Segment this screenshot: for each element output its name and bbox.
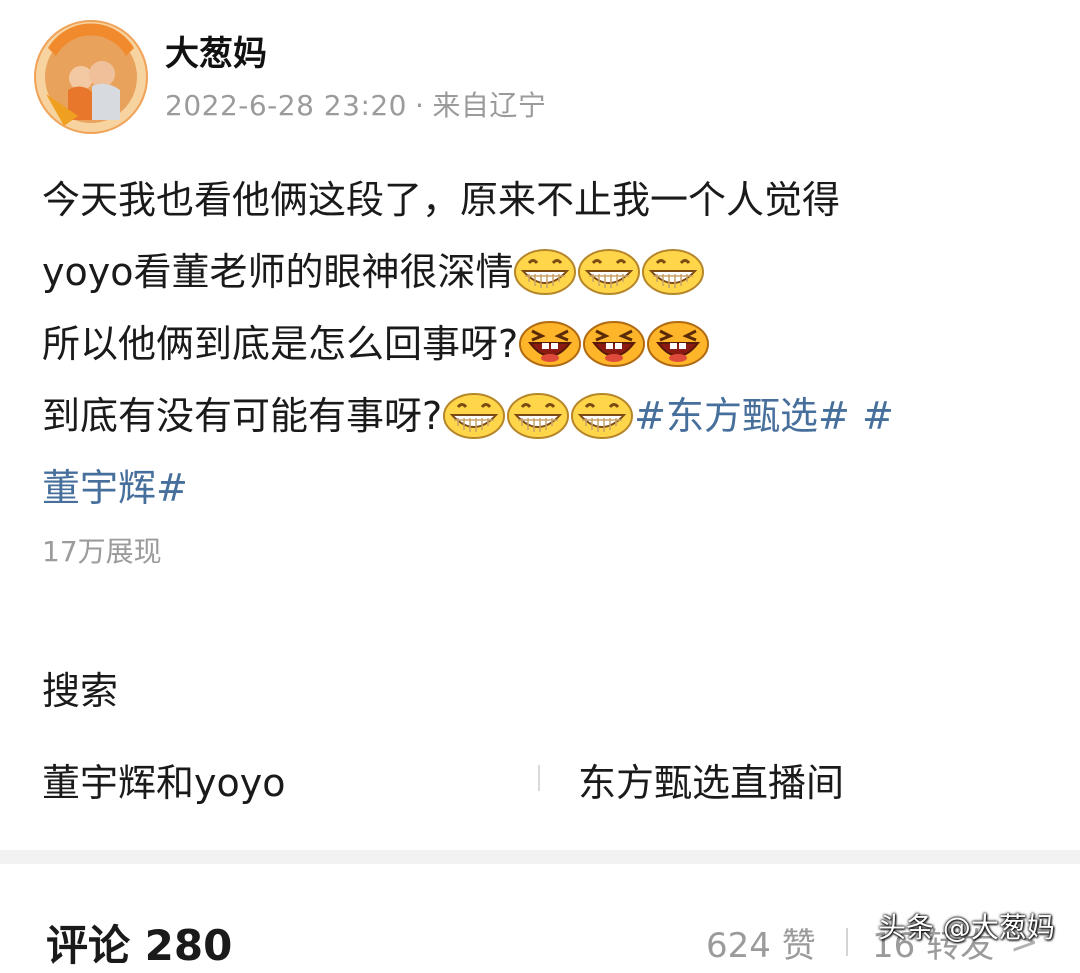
post-location: 来自辽宁	[432, 89, 547, 122]
post-body: 今天我也看他俩这段了，原来不止我一个人觉得 yoyo看董老师的眼神很深情 所以他…	[42, 164, 1052, 524]
search-section-title: 搜索	[42, 669, 119, 713]
grin-emoji-icon	[641, 249, 705, 295]
laugh-emoji-icon	[518, 321, 582, 367]
likes-count[interactable]: 624 赞	[706, 918, 816, 967]
hashtag-link[interactable]: #东方甄选#	[634, 394, 850, 438]
section-divider	[0, 850, 1080, 864]
post-text: yoyo看董老师的眼神很深情	[42, 250, 514, 294]
post-text: 所以他俩到底是怎么回事呀?	[42, 322, 519, 366]
grin-emoji-icon	[513, 249, 577, 295]
post-line-1: 今天我也看他俩这段了，原来不止我一个人觉得	[42, 164, 1052, 236]
post-line-3: 所以他俩到底是怎么回事呀?	[42, 308, 1052, 380]
hashtag-link-end[interactable]: 董宇辉#	[42, 466, 188, 510]
comments-tab[interactable]: 评论 280	[46, 912, 232, 973]
watermark: 头条 @大葱妈	[878, 911, 1055, 944]
post-line-2: yoyo看董老师的眼神很深情	[42, 236, 1052, 308]
grin-emoji-icon	[506, 393, 570, 439]
view-count: 17万展现	[42, 535, 162, 568]
footer-divider	[846, 928, 848, 956]
search-suggestion[interactable]: 董宇辉和yoyo	[42, 752, 285, 807]
post-text: 到底有没有可能有事呀?	[42, 394, 443, 438]
avatar-image	[36, 22, 146, 132]
search-divider	[538, 765, 540, 791]
meta-separator: ·	[415, 89, 425, 122]
post-date: 2022-6-28 23:20	[165, 89, 407, 122]
search-suggestion[interactable]: 东方甄选直播间	[578, 752, 844, 807]
grin-emoji-icon	[570, 393, 634, 439]
grin-emoji-icon	[577, 249, 641, 295]
username[interactable]: 大葱妈	[165, 26, 267, 75]
laugh-emoji-icon	[582, 321, 646, 367]
hashtag-link-start[interactable]: #	[862, 394, 894, 438]
post-text: 今天我也看他俩这段了，原来不止我一个人觉得	[42, 178, 841, 222]
post-line-5: 董宇辉#	[42, 452, 1052, 524]
avatar[interactable]	[34, 20, 148, 134]
grin-emoji-icon	[442, 393, 506, 439]
laugh-emoji-icon	[646, 321, 710, 367]
post-meta: 2022-6-28 23:20 · 来自辽宁	[165, 84, 546, 124]
post-line-4: 到底有没有可能有事呀? #东方甄选# #	[42, 380, 1052, 452]
